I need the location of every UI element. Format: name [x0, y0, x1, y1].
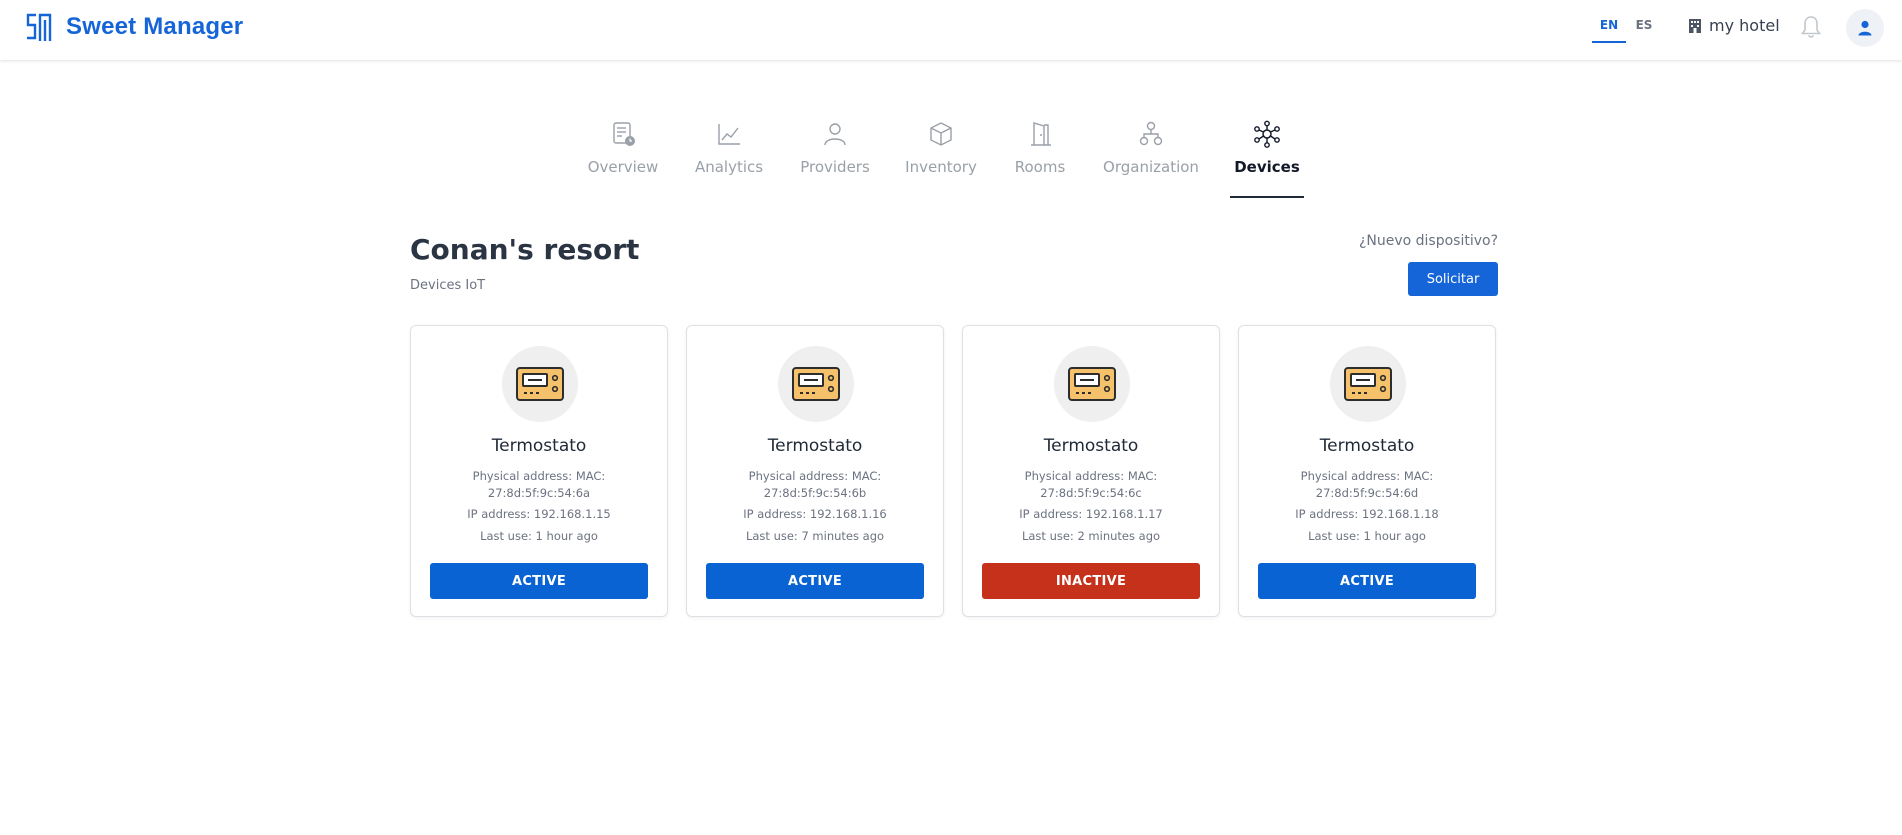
device-ip: IP address: 192.168.1.18 — [1295, 507, 1439, 521]
device-icon-circle — [502, 346, 578, 422]
tab-devices[interactable]: Devices — [1230, 120, 1304, 176]
tab-providers[interactable]: Providers — [799, 120, 871, 176]
device-last-use: Last use: 7 minutes ago — [745, 529, 885, 543]
tab-label: Overview — [587, 158, 659, 176]
building-icon — [1689, 18, 1701, 33]
device-card: Termostato Physical address: MAC: 27:8d:… — [410, 325, 668, 617]
thermostat-icon — [1344, 367, 1392, 401]
language-en[interactable]: EN — [1592, 18, 1626, 43]
device-mac-label: Physical address: MAC: — [748, 469, 882, 483]
device-icon-circle — [778, 346, 854, 422]
person-icon — [824, 123, 846, 146]
logo-icon — [26, 13, 52, 41]
avatar[interactable] — [1846, 9, 1884, 47]
user-icon — [1858, 20, 1872, 36]
device-name: Termostato — [1043, 436, 1139, 456]
device-mac: Physical address: MAC: 27:8d:5f:9c:54:6c — [983, 468, 1199, 502]
device-ip: IP address: 192.168.1.16 — [743, 507, 887, 521]
app-name: Sweet Manager — [66, 13, 244, 40]
tab-inventory[interactable]: Inventory — [905, 120, 977, 176]
tab-rooms[interactable]: Rooms — [1012, 120, 1068, 176]
device-ip: IP address: 192.168.1.15 — [467, 507, 611, 521]
tab-label: Inventory — [905, 158, 977, 176]
device-name: Termostato — [767, 436, 863, 456]
device-status-button[interactable]: ACTIVE — [1258, 563, 1476, 599]
device-mac-value: 27:8d:5f:9c:54:6a — [487, 486, 591, 500]
device-status-button[interactable]: ACTIVE — [706, 563, 924, 599]
active-tab-indicator — [1230, 196, 1304, 198]
page-title: Conan's resort — [410, 233, 640, 266]
device-icon-circle — [1330, 346, 1406, 422]
thermostat-icon — [516, 367, 564, 401]
device-mac-value: 27:8d:5f:9c:54:6c — [1040, 486, 1142, 500]
tab-analytics[interactable]: Analytics — [694, 120, 764, 176]
main-nav: Overview Analytics Providers Inventory R… — [0, 120, 1902, 200]
device-name: Termostato — [1319, 436, 1415, 456]
device-status-button[interactable]: INACTIVE — [982, 563, 1200, 599]
thermostat-icon — [1068, 367, 1116, 401]
device-card: Termostato Physical address: MAC: 27:8d:… — [962, 325, 1220, 617]
device-last-use: Last use: 2 minutes ago — [1021, 529, 1161, 543]
app-logo[interactable]: Sweet Manager — [24, 11, 243, 43]
hotel-name: my hotel — [1709, 16, 1780, 35]
page-subtitle: Devices IoT — [410, 278, 486, 293]
door-icon — [1031, 122, 1051, 146]
device-icon-circle — [1054, 346, 1130, 422]
device-last-use: Last use: 1 hour ago — [1308, 529, 1426, 543]
device-last-use: Last use: 1 hour ago — [480, 529, 598, 543]
device-mac: Physical address: MAC: 27:8d:5f:9c:54:6a — [431, 468, 647, 502]
device-card: Termostato Physical address: MAC: 27:8d:… — [1238, 325, 1496, 617]
tab-label: Devices — [1234, 158, 1300, 176]
device-ip: IP address: 192.168.1.17 — [1019, 507, 1163, 521]
report-icon — [613, 122, 635, 146]
device-mac-label: Physical address: MAC: — [472, 469, 606, 483]
network-hub-icon — [1254, 120, 1280, 148]
device-mac-label: Physical address: MAC: — [1300, 469, 1434, 483]
box-icon — [930, 122, 952, 146]
bell-icon[interactable] — [1799, 14, 1823, 40]
device-name: Termostato — [491, 436, 587, 456]
language-es[interactable]: ES — [1632, 18, 1656, 32]
new-device-label: ¿Nuevo dispositivo? — [1358, 233, 1498, 249]
org-chart-icon — [1139, 121, 1163, 146]
device-status-button[interactable]: ACTIVE — [430, 563, 648, 599]
tab-label: Organization — [1103, 158, 1199, 176]
chart-line-icon — [718, 124, 740, 145]
top-header: Sweet Manager EN ES my hotel — [0, 0, 1902, 60]
thermostat-icon — [792, 367, 840, 401]
device-mac-value: 27:8d:5f:9c:54:6b — [763, 486, 867, 500]
device-mac-value: 27:8d:5f:9c:54:6d — [1315, 486, 1419, 500]
request-device-button[interactable]: Solicitar — [1408, 262, 1498, 296]
tab-label: Providers — [800, 158, 870, 176]
tab-label: Rooms — [1014, 158, 1066, 176]
device-mac: Physical address: MAC: 27:8d:5f:9c:54:6b — [707, 468, 923, 502]
device-mac: Physical address: MAC: 27:8d:5f:9c:54:6d — [1259, 468, 1475, 502]
tab-organization[interactable]: Organization — [1102, 120, 1200, 176]
hotel-selector[interactable]: my hotel — [1687, 16, 1780, 35]
tab-overview[interactable]: Overview — [588, 120, 658, 176]
tab-label: Analytics — [694, 158, 764, 176]
device-mac-label: Physical address: MAC: — [1024, 469, 1158, 483]
device-card: Termostato Physical address: MAC: 27:8d:… — [686, 325, 944, 617]
